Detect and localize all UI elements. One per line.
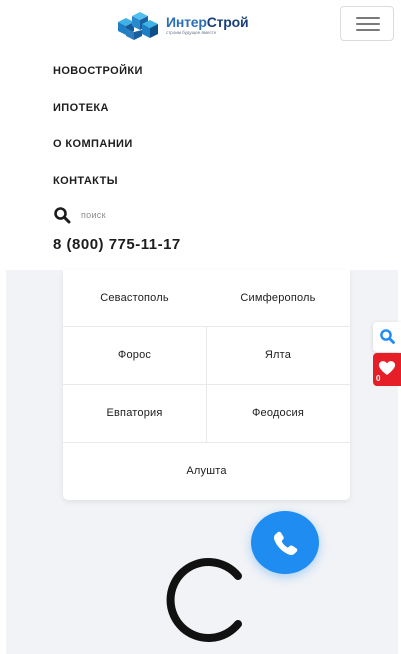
search-label: поиск [81, 210, 106, 220]
nav-item-kontakty[interactable]: КОНТАКТЫ [53, 170, 143, 207]
favorites-button[interactable]: 0 [373, 353, 401, 386]
city-item-alushta[interactable]: Алушта [63, 442, 350, 500]
search-link[interactable]: поиск [53, 206, 106, 224]
nav-item-o-kompanii[interactable]: О КОМПАНИИ [53, 133, 143, 170]
phone-number-link[interactable]: 8 (800) 775-11-17 [53, 236, 181, 253]
hamburger-icon-line [356, 29, 380, 31]
logo-cubes-icon [118, 12, 158, 40]
logo-name-part2: Строй [206, 14, 249, 30]
nav-item-novostroyki[interactable]: НОВОСТРОЙКИ [53, 60, 143, 97]
logo[interactable]: ИнтерСтрой строим будущее вместе [112, 8, 249, 42]
nav-item-ipoteka[interactable]: ИПОТЕКА [53, 97, 143, 134]
spinner-icon [166, 558, 242, 642]
logo-text: ИнтерСтрой строим будущее вместе [166, 14, 249, 36]
menu-toggle-button[interactable] [340, 6, 394, 41]
logo-name: ИнтерСтрой [166, 14, 249, 30]
search-icon [380, 329, 395, 344]
logo-tagline: строим будущее вместе [166, 30, 217, 35]
city-item-yalta[interactable]: Ялта [206, 326, 350, 384]
side-search-button[interactable] [373, 322, 401, 352]
cities-list: Севастополь Симферополь Форос Ялта Евпат… [63, 270, 350, 500]
city-item-foros[interactable]: Форос [63, 326, 206, 384]
logo-name-part1: Интер [166, 14, 207, 30]
hamburger-icon-line [356, 23, 380, 25]
city-item-evpatoriya[interactable]: Евпатория [63, 384, 206, 442]
city-item-sevastopol[interactable]: Севастополь [63, 270, 206, 326]
header: ИнтерСтрой строим будущее вместе [0, 0, 401, 46]
city-item-feodosiya[interactable]: Феодосия [206, 384, 350, 442]
call-button[interactable] [251, 511, 319, 574]
city-item-simferopol[interactable]: Симферополь [206, 270, 350, 326]
favorites-count: 0 [376, 374, 381, 383]
search-icon [54, 207, 71, 224]
divider [206, 326, 207, 442]
hamburger-icon-line [356, 17, 380, 19]
phone-icon [273, 531, 298, 556]
main-nav: НОВОСТРОЙКИ ИПОТЕКА О КОМПАНИИ КОНТАКТЫ [53, 60, 143, 206]
